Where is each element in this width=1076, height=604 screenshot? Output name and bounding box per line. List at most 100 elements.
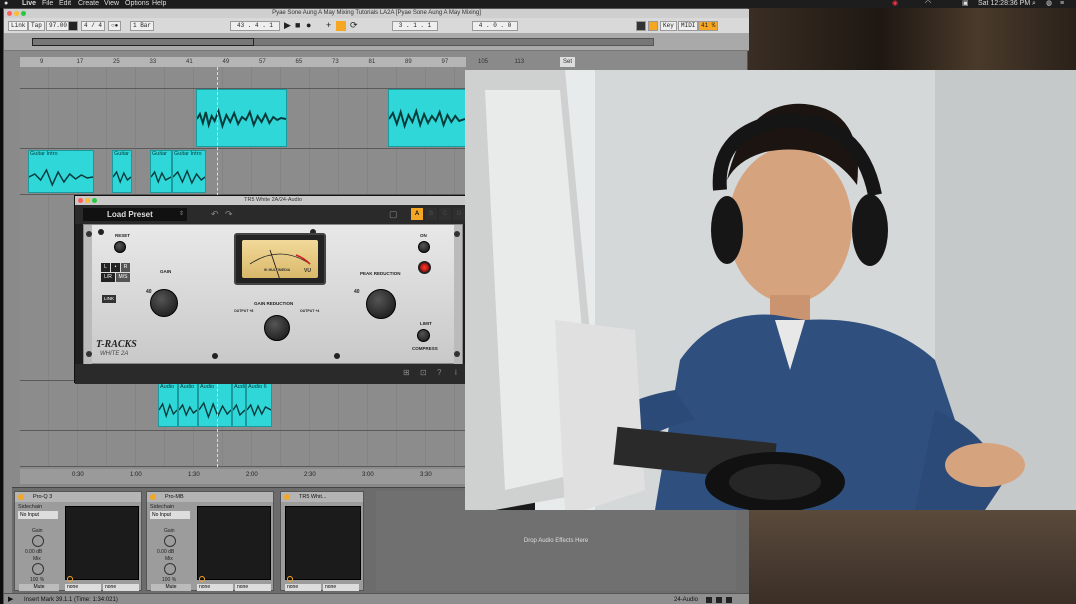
audio-clip-guitar[interactable]: Guitar bbox=[112, 150, 132, 193]
overdub-icon[interactable]: + bbox=[326, 20, 331, 30]
sidechain-input-select[interactable]: No Input bbox=[18, 511, 58, 519]
track-lane[interactable]: Guitar Intro Guitar Guitar Guitar Intro bbox=[20, 149, 466, 195]
link-button[interactable]: LINK bbox=[102, 295, 116, 303]
redo-icon[interactable]: ↷ bbox=[225, 209, 233, 220]
menu-view[interactable]: View bbox=[104, 0, 119, 8]
audio-clip-guitar-intro[interactable]: Guitar Intro bbox=[28, 150, 94, 193]
arrangement-position[interactable]: 43 . 4 . 1 bbox=[230, 21, 280, 31]
snapshot-a-button[interactable]: A bbox=[411, 208, 423, 220]
search-icon[interactable]: ⌕ bbox=[1032, 0, 1036, 8]
menu-options[interactable]: Options bbox=[125, 0, 149, 8]
mute-button[interactable]: Mute bbox=[19, 584, 59, 591]
follow-toggle[interactable]: ○● bbox=[108, 21, 122, 31]
cart-icon[interactable]: ⊞ bbox=[403, 368, 410, 377]
info-view-icon[interactable]: ▶ bbox=[8, 594, 13, 604]
preset-arrows-icon[interactable]: ⇕ bbox=[179, 210, 184, 217]
loop-icon[interactable]: ⟳ bbox=[350, 20, 358, 31]
tempo-field[interactable]: 97.00 bbox=[46, 21, 71, 31]
view-toggle-icon[interactable] bbox=[716, 597, 722, 603]
zoom-icon[interactable] bbox=[21, 11, 26, 16]
mix-dial[interactable] bbox=[164, 563, 176, 575]
quantize-select[interactable]: 1 Bar bbox=[130, 21, 155, 31]
minimize-icon[interactable] bbox=[85, 198, 90, 203]
loop-length-field[interactable]: 4 . 0 . 0 bbox=[472, 21, 518, 31]
keyboard-icon[interactable] bbox=[648, 21, 658, 31]
set-locator-button[interactable]: Set bbox=[560, 57, 576, 67]
limit-compress-switch[interactable] bbox=[417, 329, 430, 342]
apple-icon[interactable]: ● bbox=[4, 0, 8, 8]
play-icon[interactable]: ▶ bbox=[284, 20, 291, 31]
snapshot-c-button[interactable]: C bbox=[439, 208, 451, 220]
menu-edit[interactable]: Edit bbox=[59, 0, 71, 8]
preset-selector[interactable]: Load Preset bbox=[83, 208, 187, 221]
tap-button[interactable]: Tap bbox=[28, 21, 45, 31]
close-icon[interactable] bbox=[7, 11, 12, 16]
lr-mode-button[interactable]: L/R bbox=[101, 273, 115, 282]
save-icon[interactable]: ▢ bbox=[389, 209, 398, 220]
audio-clip[interactable] bbox=[388, 89, 466, 147]
mix-dial[interactable] bbox=[32, 563, 44, 575]
left-channel-button[interactable]: L bbox=[101, 263, 110, 272]
status-badge-icon[interactable]: ▣ bbox=[962, 0, 969, 8]
gain-dial[interactable] bbox=[164, 535, 176, 547]
param-select-left[interactable]: none bbox=[197, 584, 233, 591]
view-toggle-icon[interactable] bbox=[726, 597, 732, 603]
audio-clip-audio-6[interactable]: Audio 6 bbox=[246, 383, 272, 427]
on-switch[interactable] bbox=[418, 241, 430, 253]
menu-help[interactable]: Help bbox=[152, 0, 166, 8]
gain-dial[interactable] bbox=[32, 535, 44, 547]
menu-live[interactable]: Live bbox=[22, 0, 36, 8]
automation-arm-icon[interactable] bbox=[336, 21, 346, 31]
ms-mode-button[interactable]: M/S bbox=[116, 273, 130, 282]
device-on-icon[interactable] bbox=[150, 494, 156, 500]
param-select-left[interactable]: none bbox=[285, 584, 321, 591]
stereo-channel-button[interactable]: • bbox=[111, 263, 120, 272]
gain-knob[interactable] bbox=[150, 289, 178, 317]
arrangement-overview[interactable] bbox=[4, 34, 749, 51]
pencil-icon[interactable] bbox=[636, 21, 646, 31]
track-lane[interactable] bbox=[20, 89, 466, 149]
meter-mode-knob[interactable] bbox=[264, 315, 290, 341]
track-lane[interactable]: Audio Audio Audio Audi Audio 6 bbox=[20, 381, 466, 431]
siri-icon[interactable]: ◍ bbox=[1046, 0, 1052, 8]
snapshot-b-button[interactable]: B bbox=[425, 208, 437, 220]
mute-button[interactable]: Mute bbox=[151, 584, 191, 591]
device-on-icon[interactable] bbox=[18, 494, 24, 500]
menubar-clock[interactable]: Sat 12:28:36 PM bbox=[978, 0, 1030, 8]
sidechain-input-select[interactable]: No Input bbox=[150, 511, 190, 519]
time-ruler[interactable]: 0:30 1:00 1:30 2:00 2:30 3:00 3:30 bbox=[20, 469, 466, 484]
stop-icon[interactable]: ■ bbox=[295, 20, 300, 30]
overview-viewport[interactable] bbox=[32, 38, 254, 46]
param-select-left[interactable]: none bbox=[65, 584, 101, 591]
peak-reduction-knob[interactable] bbox=[366, 289, 396, 319]
metronome-icon[interactable] bbox=[68, 21, 78, 31]
key-map-button[interactable]: Key bbox=[660, 21, 677, 31]
right-channel-button[interactable]: R bbox=[121, 263, 130, 272]
beat-ruler[interactable]: 9 17 25 33 41 49 57 65 73 81 89 97 105 113 Set bbox=[20, 57, 576, 67]
reset-button[interactable] bbox=[114, 241, 126, 253]
minimize-icon[interactable] bbox=[14, 11, 19, 16]
param-select-right[interactable]: none bbox=[235, 584, 271, 591]
audio-clip-guitar[interactable]: Guitar bbox=[150, 150, 172, 193]
audio-clip-audio[interactable]: Audio bbox=[178, 383, 198, 427]
link-button[interactable]: Link bbox=[8, 21, 29, 31]
zoom-icon[interactable] bbox=[92, 198, 97, 203]
signature-field[interactable]: 4 / 4 bbox=[81, 21, 106, 31]
help-icon[interactable]: ? bbox=[437, 368, 441, 377]
device-on-icon[interactable] bbox=[284, 494, 290, 500]
wifi-icon[interactable]: ◠ bbox=[925, 0, 931, 8]
audio-clip-audio[interactable]: Audi bbox=[232, 383, 246, 427]
snapshot-d-button[interactable]: D bbox=[453, 208, 465, 220]
track-lane[interactable] bbox=[20, 431, 466, 467]
midi-map-button[interactable]: MIDI bbox=[678, 21, 699, 31]
audio-clip-audio[interactable]: Audio bbox=[158, 383, 178, 427]
menu-create[interactable]: Create bbox=[78, 0, 99, 8]
audio-clip-audio[interactable]: Audio bbox=[198, 383, 232, 427]
info-icon[interactable]: i bbox=[455, 368, 457, 377]
audio-clip[interactable] bbox=[196, 89, 287, 147]
track-lane[interactable] bbox=[20, 67, 466, 89]
lock-icon[interactable]: ⊡ bbox=[420, 368, 427, 377]
record-status-icon[interactable]: ◉ bbox=[892, 0, 898, 8]
record-icon[interactable]: ● bbox=[306, 20, 311, 30]
menu-list-icon[interactable]: ≡ bbox=[1060, 0, 1064, 8]
